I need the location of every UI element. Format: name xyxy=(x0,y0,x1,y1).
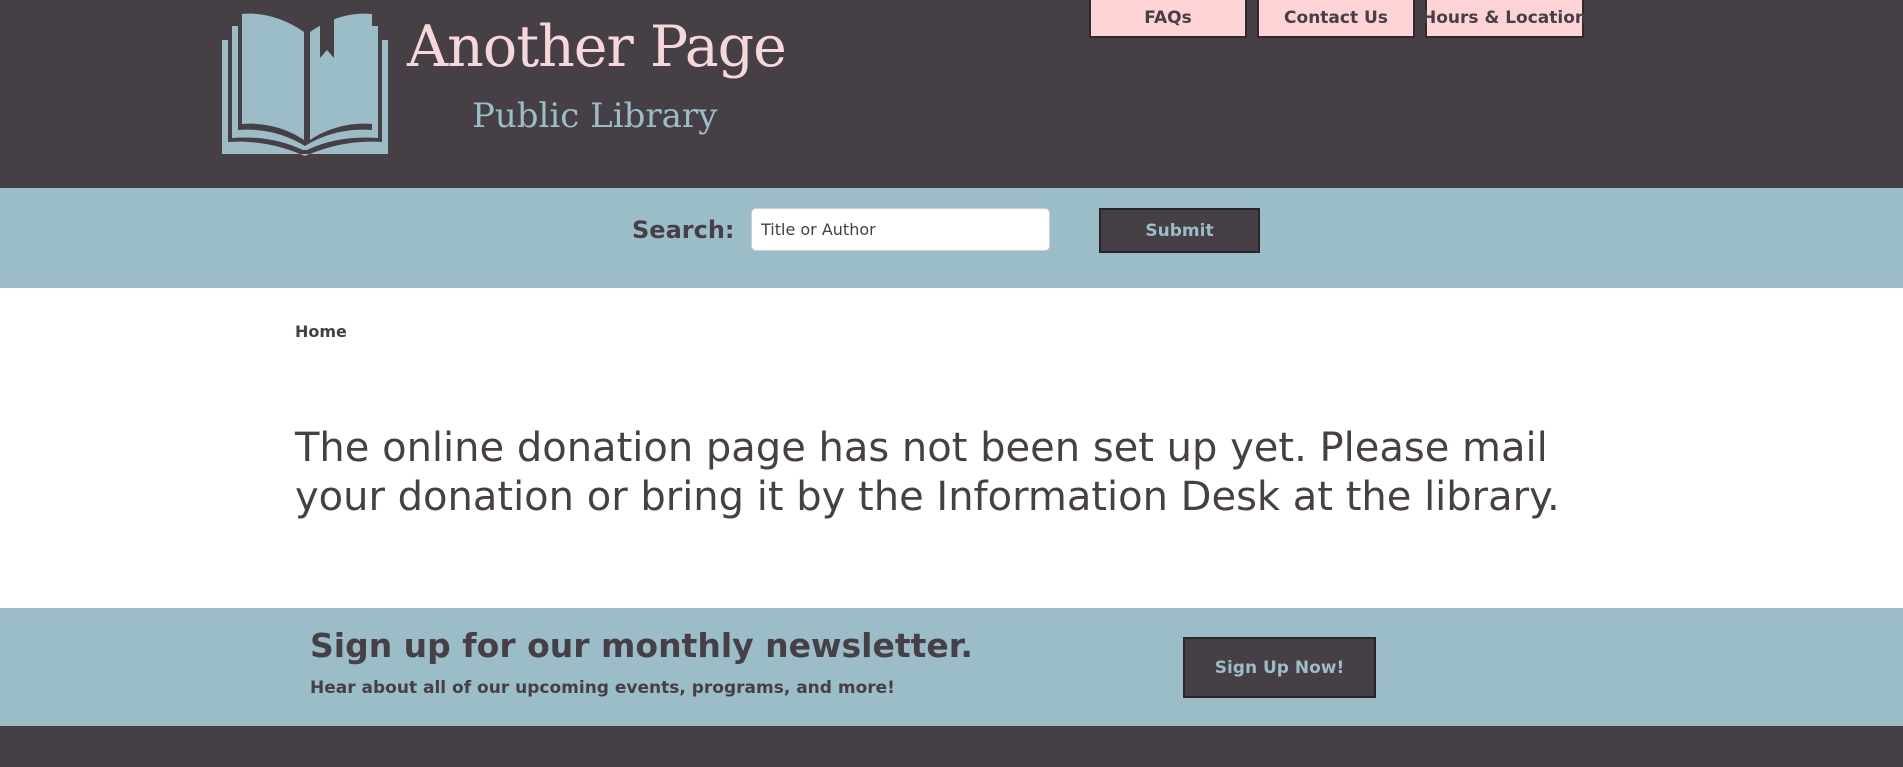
nav-faqs-button[interactable]: FAQs xyxy=(1089,0,1247,38)
breadcrumb-home[interactable]: Home xyxy=(295,322,347,341)
site-footer xyxy=(0,726,1903,767)
site-subtitle: Public Library xyxy=(472,96,718,136)
newsletter-section: Sign up for our monthly newsletter. Hear… xyxy=(0,608,1903,726)
submit-button[interactable]: Submit xyxy=(1099,208,1260,253)
search-label: Search: xyxy=(632,216,735,244)
top-nav: FAQs Contact Us Hours & Location xyxy=(1089,0,1587,38)
search-input[interactable] xyxy=(751,208,1050,251)
nav-hours-location-button[interactable]: Hours & Location xyxy=(1422,0,1587,38)
sign-up-button[interactable]: Sign Up Now! xyxy=(1183,637,1376,698)
main-content: Home The online donation page has not be… xyxy=(0,288,1903,608)
site-title: Another Page xyxy=(407,14,787,80)
newsletter-title: Sign up for our monthly newsletter. xyxy=(310,626,973,665)
search-bar: Search: Submit xyxy=(0,188,1903,288)
newsletter-subtitle: Hear about all of our upcoming events, p… xyxy=(310,678,895,698)
site-header: Another Page Public Library FAQs Contact… xyxy=(0,0,1903,188)
open-book-icon[interactable] xyxy=(222,10,388,156)
nav-contact-us-button[interactable]: Contact Us xyxy=(1257,0,1415,38)
donation-message: The online donation page has not been se… xyxy=(295,425,1560,520)
